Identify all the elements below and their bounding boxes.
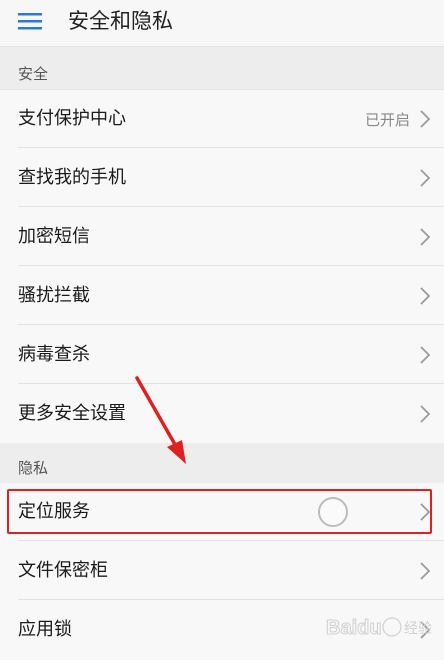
chevron-right-icon bbox=[420, 346, 430, 364]
divider bbox=[18, 206, 444, 207]
divider bbox=[18, 324, 444, 325]
settings-item-payment-protection[interactable]: 支付保护中心 已开启 bbox=[0, 90, 444, 148]
settings-item-label: 加密短信 bbox=[18, 226, 90, 247]
settings-item-label: 更多安全设置 bbox=[18, 403, 126, 424]
chevron-right-icon bbox=[420, 228, 430, 246]
chevron-right-icon bbox=[420, 405, 430, 423]
divider bbox=[18, 147, 444, 148]
settings-item-harassment-block[interactable]: 骚扰拦截 bbox=[0, 267, 444, 325]
settings-item-label: 查找我的手机 bbox=[18, 167, 126, 188]
section-label: 隐私 bbox=[18, 459, 49, 477]
divider bbox=[18, 540, 444, 541]
loading-icon bbox=[318, 497, 348, 527]
chevron-right-icon bbox=[420, 287, 430, 305]
section-header-privacy: 隐私 bbox=[0, 443, 444, 484]
chevron-right-icon bbox=[420, 503, 430, 521]
chevron-right-icon bbox=[420, 621, 430, 639]
page-title: 安全和隐私 bbox=[68, 9, 173, 33]
settings-item-label: 支付保护中心 bbox=[18, 108, 126, 129]
settings-item-label: 定位服务 bbox=[18, 501, 90, 522]
settings-item-label: 病毒查杀 bbox=[18, 344, 90, 365]
settings-item-encrypted-sms[interactable]: 加密短信 bbox=[0, 208, 444, 266]
section-label: 安全 bbox=[18, 65, 49, 83]
app-header: 安全和隐私 bbox=[0, 0, 444, 47]
divider bbox=[18, 599, 444, 600]
settings-item-label: 应用锁 bbox=[18, 619, 72, 640]
chevron-right-icon bbox=[420, 169, 430, 187]
section-header-security: 安全 bbox=[0, 47, 444, 90]
settings-item-location-service[interactable]: 定位服务 bbox=[0, 483, 444, 541]
settings-item-label: 骚扰拦截 bbox=[18, 285, 90, 306]
status-text: 已开启 bbox=[364, 111, 410, 129]
divider bbox=[18, 265, 444, 266]
menu-icon[interactable] bbox=[18, 10, 44, 32]
divider bbox=[18, 383, 444, 384]
chevron-right-icon bbox=[420, 110, 430, 128]
chevron-right-icon bbox=[420, 562, 430, 580]
settings-item-virus-scan[interactable]: 病毒查杀 bbox=[0, 326, 444, 384]
settings-item-label: 文件保密柜 bbox=[18, 560, 108, 581]
settings-item-find-my-phone[interactable]: 查找我的手机 bbox=[0, 149, 444, 207]
settings-item-more-security[interactable]: 更多安全设置 bbox=[0, 385, 444, 443]
settings-item-file-safe[interactable]: 文件保密柜 bbox=[0, 542, 444, 600]
settings-item-app-lock[interactable]: 应用锁 bbox=[0, 601, 444, 660]
